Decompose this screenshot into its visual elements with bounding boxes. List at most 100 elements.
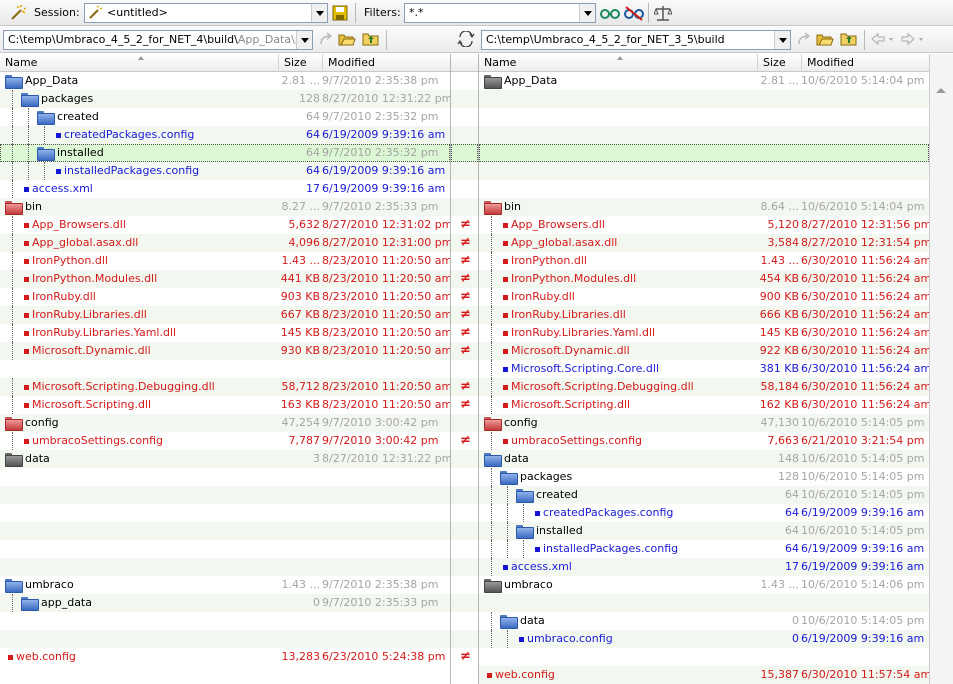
folder-row[interactable]: packages 128 10/6/2010 5:14:05 pm <box>479 468 929 486</box>
folder-row[interactable]: installed 64 10/6/2010 5:14:05 pm <box>479 522 929 540</box>
folder-row[interactable]: bin 8.27 ... 9/7/2010 2:35:33 pm <box>0 198 450 216</box>
file-row[interactable]: web.config 13,283 6/23/2010 5:24:38 pm <box>0 648 450 666</box>
file-row[interactable]: access.xml 17 6/19/2009 9:39:16 am <box>0 180 450 198</box>
file-row[interactable]: IronRuby.dll 900 KB 6/30/2010 11:56:24 am <box>479 288 929 306</box>
item-name: access.xml <box>32 182 93 195</box>
filters-dropdown-arrow[interactable] <box>579 4 595 22</box>
vertical-scrollbar[interactable] <box>929 54 953 684</box>
red-file-icon <box>503 277 508 282</box>
left-path-dropdown-arrow[interactable] <box>296 31 312 49</box>
session-value: <untitled> <box>107 6 168 19</box>
red-file-icon <box>24 241 29 246</box>
file-row[interactable]: installedPackages.config 64 6/19/2009 9:39… <box>0 162 450 180</box>
file-row[interactable]: IronRuby.Libraries.Yaml.dll 145 KB 6/30/20… <box>479 324 929 342</box>
file-row[interactable]: Microsoft.Scripting.dll 163 KB 8/23/2010 1… <box>0 396 450 414</box>
file-row[interactable]: IronPython.dll 1.43 ... 6/30/2010 11:56:24… <box>479 252 929 270</box>
not-equal-icon: ≠ <box>460 649 471 664</box>
back-arrow-icon[interactable] <box>870 32 898 46</box>
tree-line <box>12 126 13 144</box>
file-row[interactable]: Microsoft.Scripting.Debugging.dll 58,184 6… <box>479 378 929 396</box>
file-row[interactable]: installedPackages.config 64 6/19/2009 9:39… <box>479 540 929 558</box>
folder-row[interactable]: bin 8.64 ... 10/6/2010 5:14:04 pm <box>479 198 929 216</box>
folder-row[interactable]: umbraco 1.43 ... 10/6/2010 5:14:06 pm <box>479 576 929 594</box>
file-row[interactable]: IronPython.dll 1.43 ... 8/23/2010 11:20:50… <box>0 252 450 270</box>
left-col-size[interactable]: Size <box>278 54 322 72</box>
right-col-modified[interactable]: Modified <box>801 54 929 72</box>
folder-row[interactable]: data 148 10/6/2010 5:14:05 pm <box>479 450 929 468</box>
folder-row[interactable]: installed 64 9/7/2010 2:35:32 pm <box>0 144 450 162</box>
file-row[interactable]: IronPython.Modules.dll 441 KB 8/23/2010 11… <box>0 270 450 288</box>
tree-line <box>507 504 508 522</box>
gutter-row <box>451 108 478 126</box>
file-row[interactable]: IronPython.Modules.dll 454 KB 6/30/2010 11… <box>479 270 929 288</box>
right-folder-pane[interactable]: Name Size Modified App_Data 2.81 ... 10/6/… <box>479 54 929 684</box>
sort-ascending-icon <box>138 56 144 60</box>
forward-arrow-icon[interactable] <box>900 32 928 46</box>
folder-row[interactable]: App_Data 2.81 ... 9/7/2010 2:35:38 pm <box>0 72 450 90</box>
gutter-row <box>451 522 478 540</box>
file-row[interactable]: web.config 15,387 6/30/2010 11:57:54 am <box>479 666 929 684</box>
right-path-input[interactable]: C:\temp\Umbraco_4_5_2_for_NET_3_5\build <box>481 30 791 50</box>
file-row[interactable]: IronRuby.Libraries.dll 666 KB 6/30/2010 11… <box>479 306 929 324</box>
folder-row[interactable]: packages 128 8/27/2010 12:31:22 pm <box>0 90 450 108</box>
session-combo[interactable]: <untitled> <box>84 3 328 23</box>
tree-line <box>491 306 492 324</box>
item-modified: 6/21/2010 3:21:54 pm <box>801 434 925 447</box>
compare-scales-icon[interactable] <box>654 4 672 22</box>
folder-row[interactable]: data 3 8/27/2010 12:31:22 pm <box>0 450 450 468</box>
folder-row[interactable]: umbraco 1.43 ... 9/7/2010 2:35:38 pm <box>0 576 450 594</box>
show-diffs-glasses-icon[interactable] <box>624 5 644 21</box>
file-row[interactable]: createdPackages.config 64 6/19/2009 9:39:1… <box>0 126 450 144</box>
left-path-input[interactable]: C:\temp\Umbraco_4_5_2_for_NET_4\build\Ap… <box>3 30 313 50</box>
scroll-up-arrow-icon[interactable] <box>936 88 946 93</box>
right-path-dropdown-arrow[interactable] <box>774 31 790 49</box>
folder-row[interactable]: data 0 10/6/2010 5:14:05 pm <box>479 612 929 630</box>
item-size: 1.43 ... <box>281 578 320 591</box>
file-row[interactable]: App_global.asax.dll 4,096 8/27/2010 12:31:… <box>0 234 450 252</box>
folder-row[interactable]: config 47,254 9/7/2010 3:00:42 pm <box>0 414 450 432</box>
file-row[interactable]: umbraco.config 0 6/19/2009 9:39:16 am <box>479 630 929 648</box>
file-row[interactable]: IronRuby.Libraries.Yaml.dll 145 KB 8/23/20… <box>0 324 450 342</box>
show-all-glasses-icon[interactable] <box>600 5 620 21</box>
swap-sides-icon[interactable] <box>457 31 475 47</box>
left-open-folder-icon[interactable] <box>338 31 356 47</box>
file-row[interactable]: IronRuby.Libraries.dll 667 KB 8/23/2010 11… <box>0 306 450 324</box>
folder-row[interactable]: config 47,130 10/6/2010 5:14:05 pm <box>479 414 929 432</box>
folder-row[interactable]: created 64 10/6/2010 5:14:05 pm <box>479 486 929 504</box>
file-row[interactable]: Microsoft.Scripting.Debugging.dll 58,712 8… <box>0 378 450 396</box>
red-file-icon <box>503 331 508 336</box>
file-row[interactable]: access.xml 17 6/19/2009 9:39:16 am <box>479 558 929 576</box>
file-row[interactable]: App_Browsers.dll 5,632 8/27/2010 12:31:02 … <box>0 216 450 234</box>
folder-row[interactable]: app_data 0 9/7/2010 2:35:33 pm <box>0 594 450 612</box>
session-wand-icon[interactable] <box>10 5 26 21</box>
file-row[interactable]: Microsoft.Scripting.dll 162 KB 6/30/2010 1… <box>479 396 929 414</box>
save-session-icon[interactable] <box>332 5 348 21</box>
item-size: 903 KB <box>280 290 320 303</box>
tree-line <box>28 162 29 180</box>
right-up-folder-icon[interactable] <box>840 31 858 47</box>
gutter-row <box>451 198 478 216</box>
file-row[interactable]: IronRuby.dll 903 KB 8/23/2010 11:20:50 am <box>0 288 450 306</box>
session-dropdown-arrow[interactable] <box>311 4 327 22</box>
file-row[interactable]: Microsoft.Dynamic.dll 922 KB 6/30/2010 11:… <box>479 342 929 360</box>
folder-row[interactable]: created 64 9/7/2010 2:35:32 pm <box>0 108 450 126</box>
left-up-folder-icon[interactable] <box>362 31 380 47</box>
file-row[interactable]: umbracoSettings.config 7,663 6/21/2010 3:2… <box>479 432 929 450</box>
file-row[interactable]: umbracoSettings.config 7,787 9/7/2010 3:00… <box>0 432 450 450</box>
file-row[interactable]: Microsoft.Dynamic.dll 930 KB 8/23/2010 11:… <box>0 342 450 360</box>
file-row[interactable]: createdPackages.config 64 6/19/2009 9:39:1… <box>479 504 929 522</box>
left-folder-pane[interactable]: Name Size Modified App_Data 2.81 ... 9/7/2… <box>0 54 450 684</box>
folder-row[interactable]: App_Data 2.81 ... 10/6/2010 5:14:04 pm <box>479 72 929 90</box>
file-row[interactable]: App_Browsers.dll 5,120 8/27/2010 12:31:56 … <box>479 216 929 234</box>
left-col-modified[interactable]: Modified <box>322 54 450 72</box>
red-file-icon <box>24 313 29 318</box>
right-col-size[interactable]: Size <box>757 54 801 72</box>
left-redo-arrow-icon[interactable] <box>318 31 334 47</box>
gutter-row: ≠ <box>451 324 478 342</box>
red-file-icon <box>487 673 492 678</box>
filters-combo[interactable]: *.* <box>404 3 596 23</box>
right-open-folder-icon[interactable] <box>816 31 834 47</box>
right-redo-arrow-icon[interactable] <box>796 31 812 47</box>
file-row[interactable]: Microsoft.Scripting.Core.dll 381 KB 6/30/2… <box>479 360 929 378</box>
file-row[interactable]: App_global.asax.dll 3,584 8/27/2010 12:31:… <box>479 234 929 252</box>
